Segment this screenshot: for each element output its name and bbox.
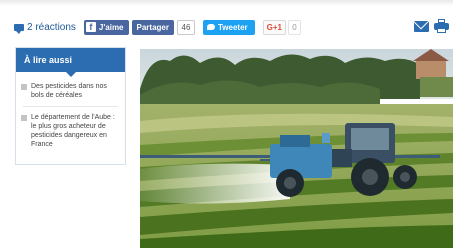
field-spraying-photo	[140, 49, 453, 248]
gplus-count: 0	[287, 19, 301, 35]
bullet-icon	[21, 115, 27, 121]
gplus-button[interactable]: G+1	[262, 19, 286, 35]
facebook-share-count: 46	[176, 19, 195, 35]
twitter-icon	[206, 24, 215, 30]
related-item[interactable]: Des pesticides dans nos bols de céréales	[21, 82, 120, 100]
comment-icon	[14, 23, 24, 34]
reactions-label: 2 réactions	[27, 21, 76, 33]
top-rule	[0, 0, 453, 6]
related-item-label: Le département de l'Aube : le plus gros …	[31, 114, 115, 148]
facebook-share-button[interactable]: Partager	[131, 19, 174, 35]
related-divider	[23, 106, 118, 107]
twitter-tweet-button[interactable]: Tweeter	[202, 19, 255, 35]
facebook-icon: f	[85, 22, 96, 32]
print-tray	[437, 28, 446, 33]
related-list: Des pesticides dans nos bols de céréales…	[16, 72, 125, 149]
facebook-like-label: J'aime	[98, 22, 124, 32]
mail-icon[interactable]	[414, 21, 429, 32]
twitter-label: Tweeter	[217, 22, 248, 32]
reactions-link[interactable]: 2 réactions	[14, 21, 76, 34]
article-photo	[140, 49, 453, 248]
related-item-label: Des pesticides dans nos bols de céréales	[31, 83, 107, 99]
bullet-icon	[21, 84, 27, 90]
related-item[interactable]: Le département de l'Aube : le plus gros …	[21, 113, 120, 149]
share-bar: 2 réactions f J'aime Partager 46 Tweeter…	[14, 18, 301, 36]
related-title: À lire aussi	[16, 48, 125, 77]
print-icon[interactable]	[434, 19, 449, 33]
facebook-like-button[interactable]: f J'aime	[83, 19, 129, 35]
related-articles-box: À lire aussi Des pesticides dans nos bol…	[15, 47, 126, 165]
